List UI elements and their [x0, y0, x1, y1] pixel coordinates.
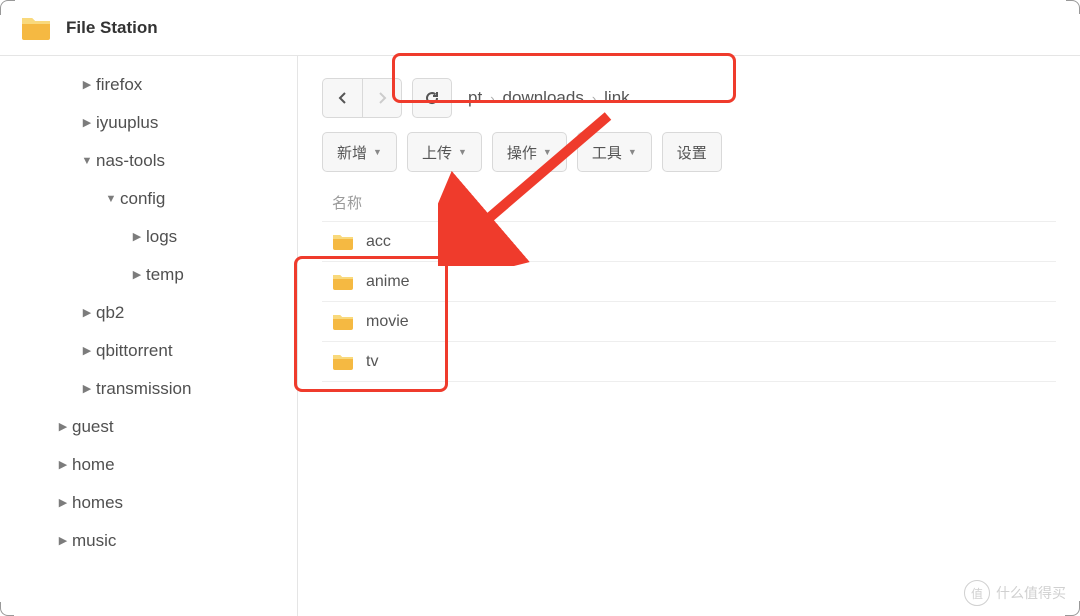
folder-icon: [332, 273, 354, 291]
column-header-name[interactable]: 名称: [322, 188, 1056, 222]
row-name: movie: [366, 313, 409, 331]
new-button[interactable]: 新增▼: [322, 132, 397, 172]
caret-right-icon[interactable]: ▶: [130, 256, 144, 294]
caret-right-icon[interactable]: ▶: [56, 484, 70, 522]
tree-item-label: firefox: [96, 66, 142, 104]
tree-item-firefox[interactable]: ▶firefox: [0, 66, 297, 104]
tree-item-qbittorrent[interactable]: ▶qbittorrent: [0, 332, 297, 370]
caret-right-icon[interactable]: ▶: [80, 294, 94, 332]
tree-item-logs[interactable]: ▶logs: [0, 218, 297, 256]
caret-right-icon[interactable]: ▶: [56, 446, 70, 484]
caret-right-icon[interactable]: ▶: [130, 218, 144, 256]
caret-right-icon[interactable]: ▶: [80, 332, 94, 370]
caret-down-icon: ▼: [458, 147, 467, 157]
nav-back-button[interactable]: [322, 78, 362, 118]
folder-icon: [332, 233, 354, 251]
refresh-button[interactable]: [412, 78, 452, 118]
folder-icon: [332, 313, 354, 331]
tree-item-label: logs: [146, 218, 177, 256]
tree-item-config[interactable]: ▼config: [0, 180, 297, 218]
tree-item-label: config: [120, 180, 165, 218]
app-header: File Station: [0, 0, 1080, 56]
action-button[interactable]: 操作▼: [492, 132, 567, 172]
caret-right-icon[interactable]: ▶: [56, 522, 70, 560]
table-row[interactable]: movie: [322, 302, 1056, 342]
tree-item-guest[interactable]: ▶guest: [0, 408, 297, 446]
breadcrumb: pt › downloads › link: [462, 88, 644, 108]
app-title: File Station: [66, 18, 158, 38]
chevron-right-icon: ›: [592, 91, 596, 106]
table-row[interactable]: tv: [322, 342, 1056, 382]
caret-down-icon: ▼: [543, 147, 552, 157]
tree-item-label: iyuuplus: [96, 104, 158, 142]
tree-item-label: nas-tools: [96, 142, 165, 180]
caret-down-icon[interactable]: ▼: [80, 142, 94, 180]
tree-item-homes[interactable]: ▶homes: [0, 484, 297, 522]
row-name: acc: [366, 233, 391, 251]
tree-item-label: music: [72, 522, 116, 560]
tree-item-qb2[interactable]: ▶qb2: [0, 294, 297, 332]
tree-item-transmission[interactable]: ▶transmission: [0, 370, 297, 408]
watermark: 值 什么值得买: [964, 580, 1066, 606]
tree-item-home[interactable]: ▶home: [0, 446, 297, 484]
tree-item-label: qb2: [96, 294, 124, 332]
tree-item-nas-tools[interactable]: ▼nas-tools: [0, 142, 297, 180]
nav-forward-button[interactable]: [362, 78, 402, 118]
tree-item-music[interactable]: ▶music: [0, 522, 297, 560]
tree-item-label: guest: [72, 408, 114, 446]
breadcrumb-part[interactable]: link: [604, 88, 630, 108]
caret-down-icon: ▼: [628, 147, 637, 157]
content-pane: pt › downloads › link 新增▼ 上传▼ 操作▼ 工具▼ 设置…: [298, 56, 1080, 616]
chevron-right-icon: [377, 91, 387, 105]
tree-item-temp[interactable]: ▶temp: [0, 256, 297, 294]
tools-button[interactable]: 工具▼: [577, 132, 652, 172]
watermark-text: 什么值得买: [996, 583, 1066, 603]
chevron-left-icon: [338, 91, 348, 105]
caret-right-icon[interactable]: ▶: [80, 370, 94, 408]
chevron-right-icon: ›: [490, 91, 494, 106]
tree-item-iyuuplus[interactable]: ▶iyuuplus: [0, 104, 297, 142]
upload-button[interactable]: 上传▼: [407, 132, 482, 172]
settings-button[interactable]: 设置: [662, 132, 722, 172]
folder-tree-sidebar: ▶firefox▶iyuuplus▼nas-tools▼config▶logs▶…: [0, 56, 298, 616]
breadcrumb-part[interactable]: downloads: [503, 88, 584, 108]
caret-down-icon[interactable]: ▼: [104, 180, 118, 218]
table-row[interactable]: anime: [322, 262, 1056, 302]
app-folder-icon: [20, 12, 52, 44]
refresh-icon: [424, 90, 440, 106]
tree-item-label: temp: [146, 256, 184, 294]
tree-item-label: homes: [72, 484, 123, 522]
caret-right-icon[interactable]: ▶: [56, 408, 70, 446]
caret-down-icon: ▼: [373, 147, 382, 157]
caret-right-icon[interactable]: ▶: [80, 104, 94, 142]
caret-right-icon[interactable]: ▶: [80, 66, 94, 104]
tree-item-label: qbittorrent: [96, 332, 173, 370]
watermark-icon: 值: [964, 580, 990, 606]
toolbar: 新增▼ 上传▼ 操作▼ 工具▼ 设置: [322, 132, 1056, 172]
breadcrumb-part[interactable]: pt: [468, 88, 482, 108]
tree-item-label: transmission: [96, 370, 191, 408]
folder-icon: [332, 353, 354, 371]
table-row[interactable]: acc: [322, 222, 1056, 262]
tree-item-label: home: [72, 446, 115, 484]
row-name: anime: [366, 273, 410, 291]
row-name: tv: [366, 353, 378, 371]
